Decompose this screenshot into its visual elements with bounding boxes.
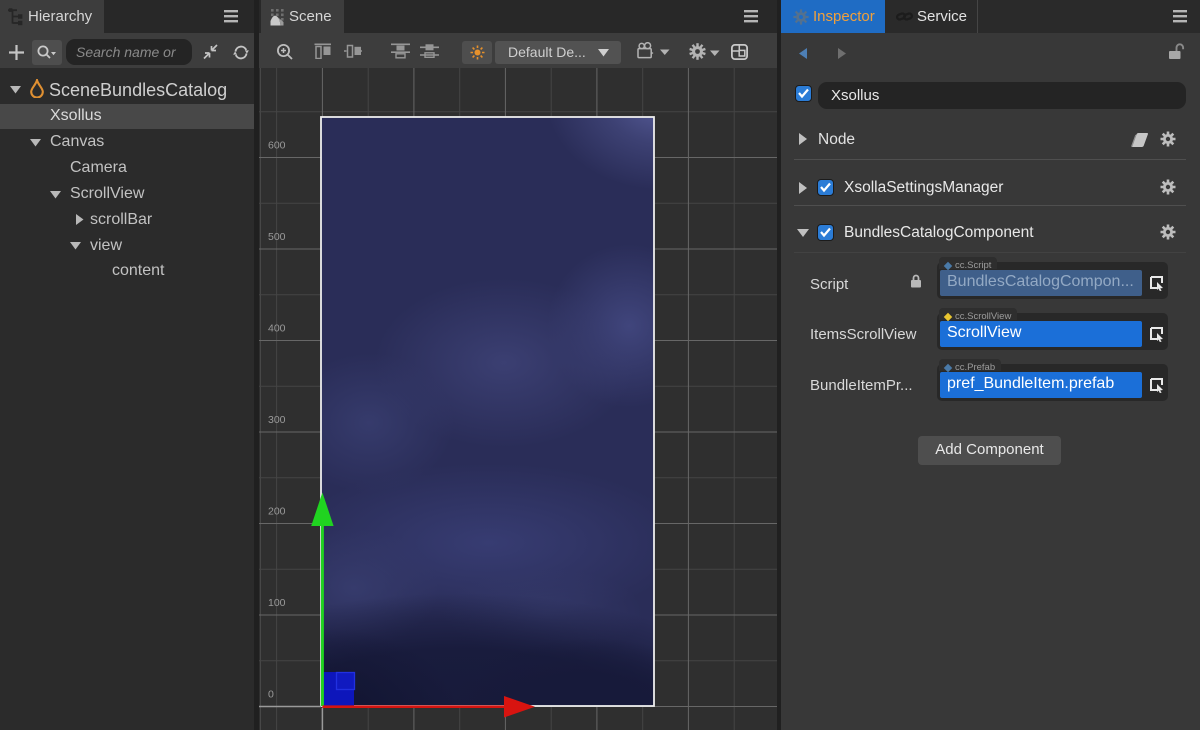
svg-text:300: 300 (268, 414, 286, 426)
svg-text:600: 600 (268, 140, 286, 152)
svg-text:400: 400 (268, 323, 286, 335)
svg-text:100: 100 (268, 597, 286, 609)
svg-text:200: 200 (268, 506, 286, 518)
svg-text:0: 0 (268, 689, 274, 701)
svg-text:500: 500 (268, 231, 286, 243)
